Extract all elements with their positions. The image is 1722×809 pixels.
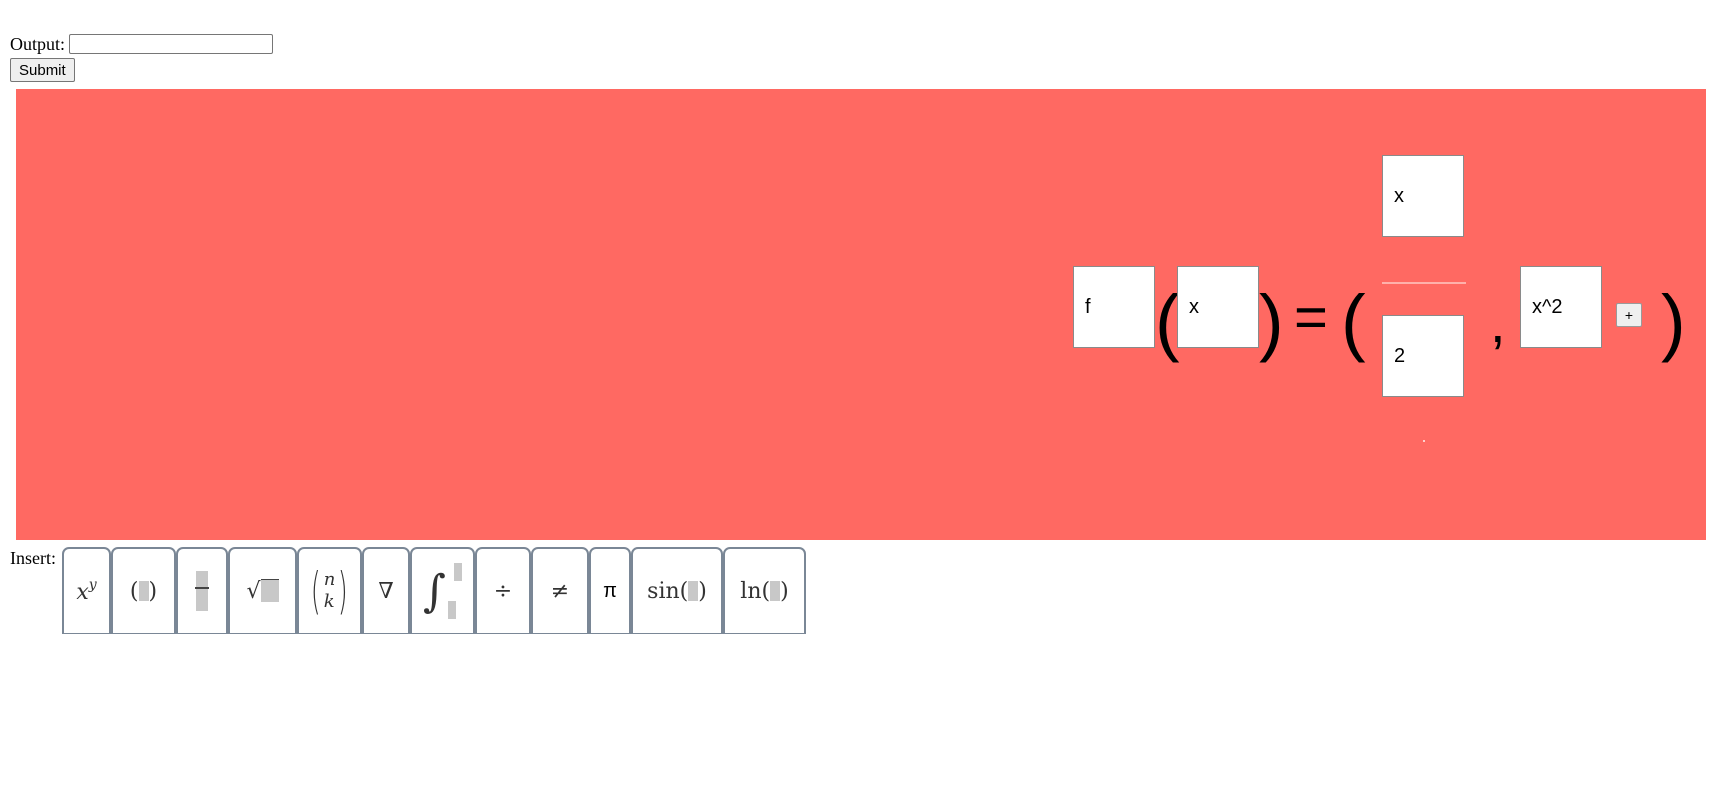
power-icon: xy	[76, 577, 97, 605]
parentheses-icon: ()	[129, 578, 158, 604]
tuple-open-paren: (	[1341, 280, 1366, 363]
insert-sin-button[interactable]: sin()	[631, 547, 723, 634]
insert-integral-button[interactable]: ∫	[410, 547, 475, 634]
nabla-icon: ∇	[378, 578, 394, 604]
output-input[interactable]	[69, 34, 274, 54]
pi-icon: π	[603, 579, 617, 602]
insert-parentheses-button[interactable]: ()	[111, 547, 176, 634]
fraction-icon	[195, 571, 209, 611]
output-row: Output:	[10, 33, 274, 55]
function-name-field[interactable]: f	[1073, 266, 1155, 348]
insert-label: Insert:	[10, 548, 56, 568]
ln-icon: ln()	[740, 578, 789, 604]
binomial-icon: ( nk )	[311, 562, 348, 620]
denominator-field[interactable]: 2	[1382, 315, 1464, 397]
insert-power-button[interactable]: xy	[62, 547, 111, 634]
open-paren: (	[1155, 280, 1180, 363]
insert-binomial-button[interactable]: ( nk )	[297, 547, 362, 634]
add-component-button[interactable]: +	[1616, 303, 1642, 327]
equals-sign: =	[1294, 285, 1328, 350]
insert-fraction-button[interactable]	[176, 547, 228, 634]
not-equal-icon: ≠	[550, 578, 570, 604]
integral-icon: ∫	[423, 563, 462, 619]
sqrt-icon: √	[246, 578, 279, 604]
sin-icon: sin()	[647, 578, 707, 604]
submit-button[interactable]: Submit	[10, 58, 75, 82]
fraction-anchor-dot	[1423, 440, 1425, 442]
fraction-bar	[1382, 282, 1466, 284]
tuple-close-paren: )	[1661, 280, 1686, 363]
numerator-field[interactable]: x	[1382, 155, 1464, 237]
insert-toolbar: xy () √ ( nk ) ∇ ∫ ÷ ≠ π sin() ln()	[62, 547, 806, 635]
second-component-field[interactable]: x^2	[1520, 266, 1602, 348]
close-paren: )	[1259, 280, 1284, 363]
tuple-separator: ,	[1490, 291, 1506, 354]
insert-divide-button[interactable]: ÷	[475, 547, 531, 634]
argument-field[interactable]: x	[1177, 266, 1259, 348]
insert-sqrt-button[interactable]: √	[228, 547, 297, 634]
divide-icon: ÷	[493, 578, 513, 604]
insert-pi-button[interactable]: π	[589, 547, 631, 634]
insert-nabla-button[interactable]: ∇	[362, 547, 410, 634]
output-label: Output:	[10, 33, 66, 54]
insert-not-equal-button[interactable]: ≠	[531, 547, 589, 634]
equation-canvas: f ( x ) = ( x 2 , x^2 + )	[16, 89, 1706, 540]
insert-ln-button[interactable]: ln()	[723, 547, 806, 634]
